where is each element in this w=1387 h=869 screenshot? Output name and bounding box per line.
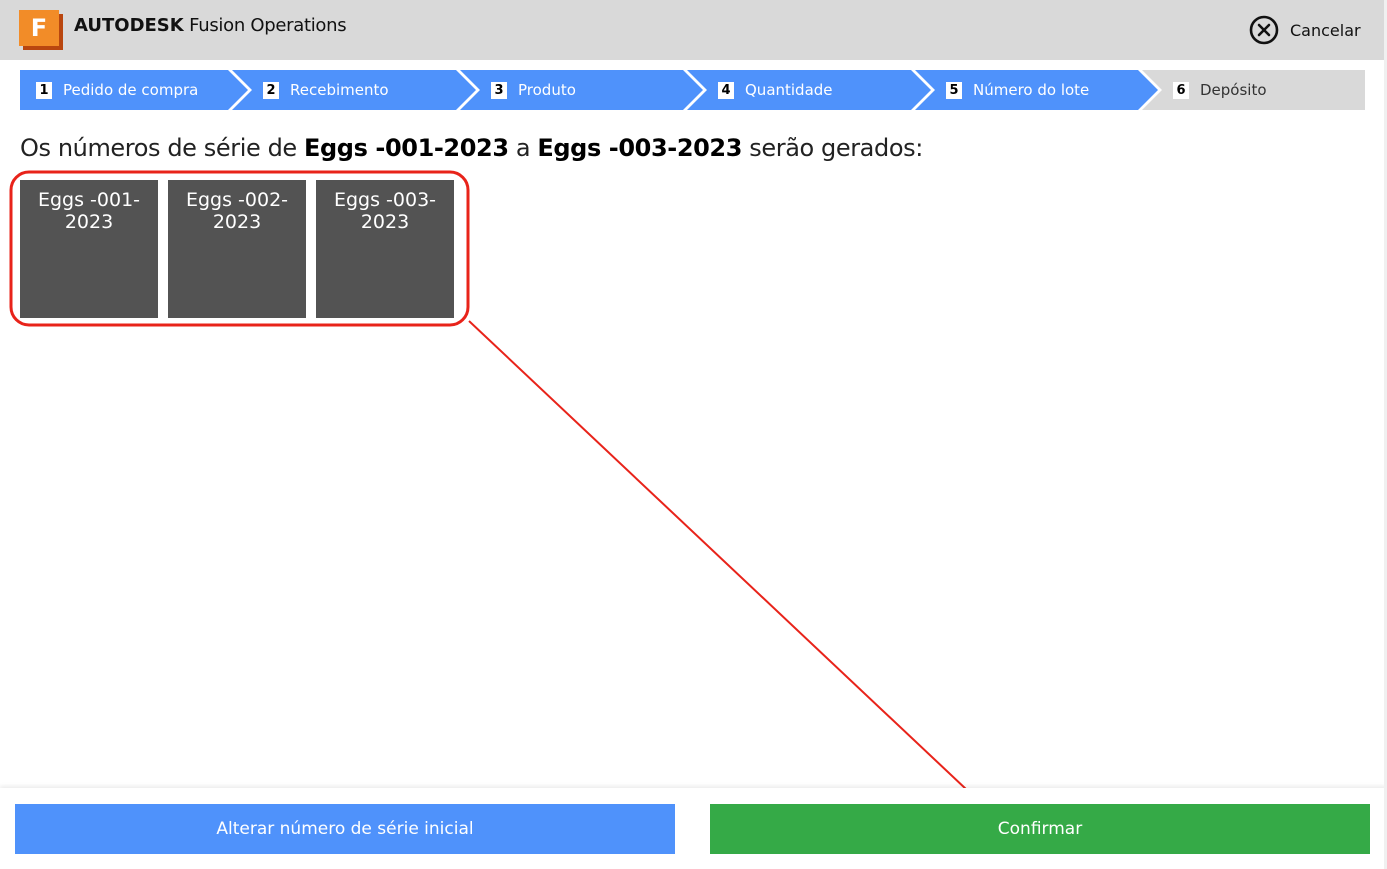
serial-tile-line1: Eggs -003- [333, 189, 437, 211]
serial-tile-line2: 2023 [212, 211, 262, 233]
cancel-button[interactable]: Cancelar [1249, 15, 1361, 45]
app-window: F AUTODESK Fusion Operations Cancelar 1 … [0, 0, 1387, 869]
serial-tile-line1: Eggs -002- [185, 189, 289, 211]
footer-bar: Alterar número de série inicial Confirma… [0, 788, 1387, 869]
app-title: AUTODESK Fusion Operations [74, 15, 347, 39]
serial-tile-line1: Eggs -001- [37, 189, 141, 211]
serial-tile-line2: 2023 [360, 211, 410, 233]
brand-name: AUTODESK [74, 15, 184, 36]
app-header: F AUTODESK Fusion Operations Cancelar [0, 0, 1387, 60]
wizard-stepper: 1 Pedido de compra 2 Recebimento 3 Produ… [20, 70, 1365, 110]
step-6-label: Depósito [1200, 81, 1267, 99]
step-5-label: Número do lote [973, 81, 1090, 99]
step-2-number: 2 [263, 81, 279, 99]
step-2[interactable]: 2 Recebimento [263, 70, 389, 110]
step-1-number: 1 [36, 81, 52, 99]
serial-tile: Eggs -003- 2023 [316, 180, 454, 318]
serial-tile-line2: 2023 [64, 211, 114, 233]
step-3-label: Produto [518, 81, 576, 99]
confirm-button[interactable]: Confirmar [710, 804, 1370, 854]
annotation-overlay [9, 170, 992, 813]
logo-letter: F [19, 10, 59, 46]
step-1[interactable]: 1 Pedido de compra [36, 70, 198, 110]
message-middle: a [508, 134, 538, 162]
step-4-number: 4 [718, 81, 734, 99]
step-5[interactable]: 5 Número do lote [946, 70, 1089, 110]
stepper-background [20, 70, 1365, 110]
message-from-serial: Eggs -001-2023 [304, 134, 509, 162]
serial-tile: Eggs -002- 2023 [168, 180, 306, 318]
serial-tile: Eggs -001- 2023 [20, 180, 158, 318]
step-6: 6 Depósito [1173, 70, 1267, 110]
fusion-logo-icon: F [19, 10, 63, 50]
step-6-number: 6 [1173, 81, 1189, 99]
change-initial-serial-button[interactable]: Alterar número de série inicial [15, 804, 675, 854]
message-prefix: Os números de série de [20, 134, 305, 162]
close-circle-icon [1249, 15, 1279, 45]
cancel-label: Cancelar [1290, 20, 1361, 40]
step-1-label: Pedido de compra [63, 81, 199, 99]
message-suffix: serão gerados: [742, 134, 923, 162]
step-5-number: 5 [946, 81, 962, 99]
step-4[interactable]: 4 Quantidade [718, 70, 833, 110]
step-2-label: Recebimento [290, 81, 389, 99]
annotation-arrow-line [468, 320, 985, 807]
step-4-label: Quantidade [745, 81, 833, 99]
message-to-serial: Eggs -003-2023 [537, 134, 743, 162]
serial-range-message: Os números de série de Eggs -001-2023 a … [20, 134, 923, 168]
step-3-number: 3 [491, 81, 507, 99]
product-name: Fusion Operations [189, 15, 347, 36]
step-3[interactable]: 3 Produto [491, 70, 576, 110]
